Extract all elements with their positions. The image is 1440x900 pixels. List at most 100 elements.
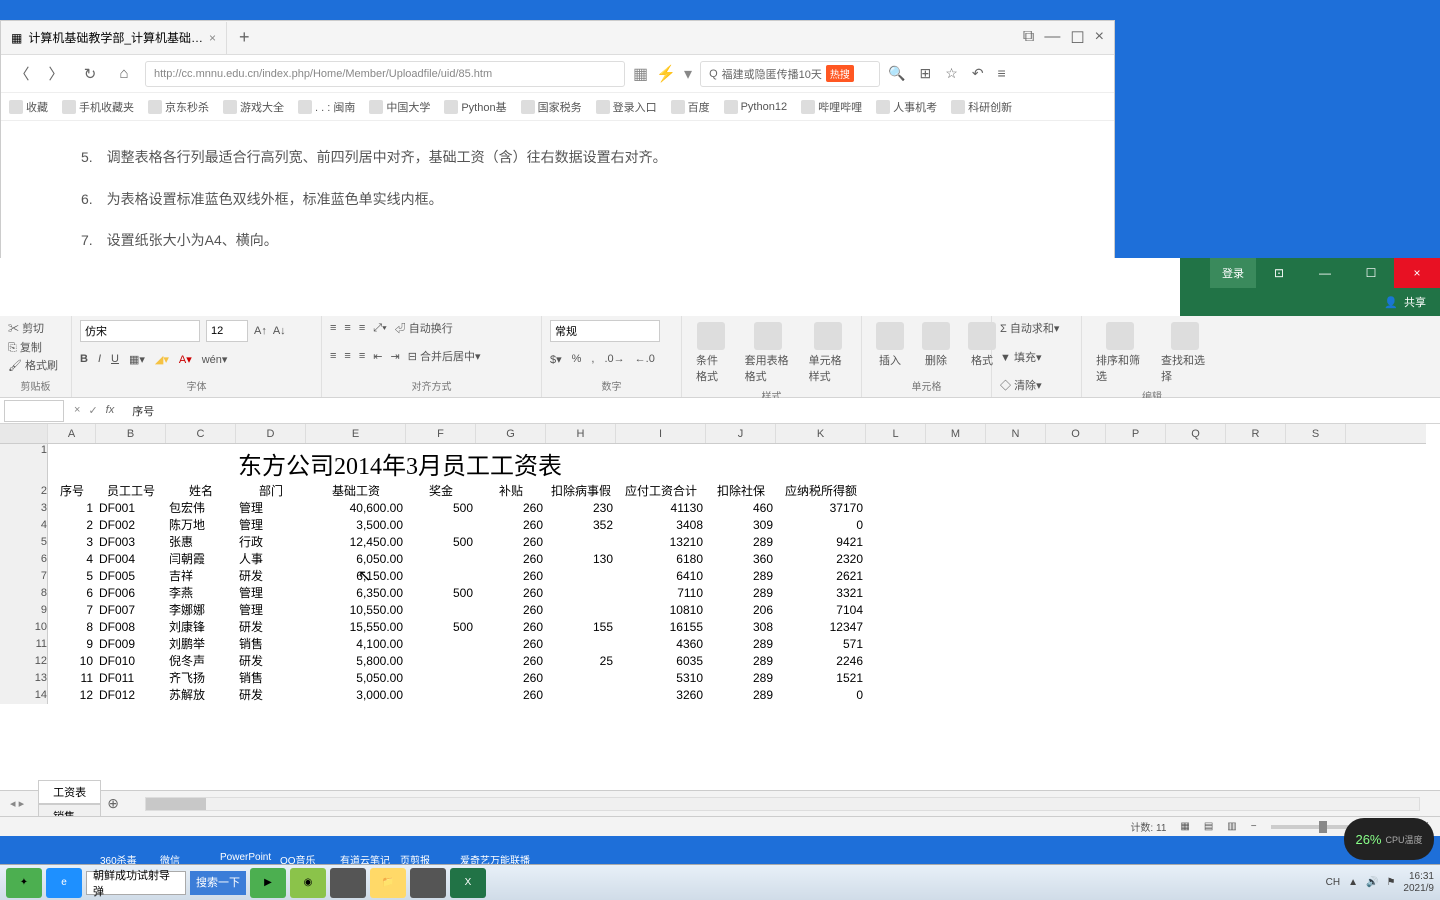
decrease-decimal-icon[interactable]: ←.0 [635,353,655,365]
cell[interactable]: 16155 [616,619,706,636]
cell[interactable]: 12,450.00 [306,534,406,551]
column-header[interactable]: Q [1166,424,1226,443]
spreadsheet-grid[interactable]: 1东方公司2014年3月员工工资表 2序号员工工号姓名部门基础工资奖金补贴扣除病… [0,444,1426,790]
table-row[interactable]: 1412DF012苏解放研发3,000.0026032602890 [0,687,1426,704]
cell[interactable]: 260 [476,585,546,602]
minimize-icon[interactable]: — [1302,258,1348,288]
cell[interactable]: 研发 [236,687,306,704]
url-field[interactable]: http://cc.mnnu.edu.cn/index.php/Home/Mem… [145,61,625,87]
history-icon[interactable]: ↶ [972,65,984,82]
cell[interactable]: 500 [406,585,476,602]
cell[interactable]: 500 [406,619,476,636]
cell[interactable] [406,670,476,687]
cell[interactable]: 1521 [776,670,866,687]
cell[interactable]: 260 [476,500,546,517]
share-button[interactable]: 共享 [1404,294,1426,310]
cell[interactable]: 260 [476,534,546,551]
column-header[interactable]: S [1286,424,1346,443]
bookmark-item[interactable]: 百度 [671,99,710,115]
cell[interactable]: 陈万地 [166,517,236,534]
table-row[interactable]: 1210DF010倪冬声研发5,800.002602560352892246 [0,653,1426,670]
close-window-icon[interactable]: × [1095,28,1104,48]
cell[interactable] [546,602,616,619]
fill-button[interactable]: ▼ 填充▾ [1000,349,1041,365]
cell[interactable]: 3,000.00 [306,687,406,704]
sort-filter-button[interactable]: 排序和筛选 [1090,320,1149,386]
window-split-icon[interactable]: ⧉ [1023,28,1034,48]
cell[interactable]: 3260 [616,687,706,704]
cell[interactable]: 6 [48,585,96,602]
bookmark-item[interactable]: 收藏 [9,99,48,115]
ribbon-options-icon[interactable]: ⊡ [1256,258,1302,288]
cell[interactable]: 4360 [616,636,706,653]
explorer-icon[interactable]: 📁 [370,868,406,898]
find-select-button[interactable]: 查找和选择 [1155,320,1214,386]
bookmark-item[interactable]: 登录入口 [596,99,657,115]
bookmark-item[interactable]: 人事机考 [876,99,937,115]
cell[interactable]: 0 [776,687,866,704]
column-header[interactable]: F [406,424,476,443]
cell[interactable]: 9 [48,636,96,653]
cell[interactable]: 管理 [236,602,306,619]
cell[interactable]: DF006 [96,585,166,602]
align-middle-icon[interactable]: ≡ [344,322,350,334]
insert-button[interactable]: 插入 [870,320,910,370]
cell[interactable]: 1 [48,500,96,517]
forward-icon[interactable]: 〉 [43,61,69,87]
cell[interactable]: 460 [706,500,776,517]
bookmark-item[interactable]: 科研创新 [951,99,1012,115]
horizontal-scrollbar[interactable] [145,797,1420,811]
align-right-icon[interactable]: ≡ [359,350,365,362]
cell[interactable]: 李燕 [166,585,236,602]
bookmark-item[interactable]: 游戏大全 [223,99,284,115]
fill-color-button[interactable]: ◢▾ [155,353,169,366]
table-row[interactable]: 31DF001包宏伟管理40,600.005002602304113046037… [0,500,1426,517]
cell[interactable] [546,687,616,704]
increase-font-icon[interactable]: A↑ [254,325,267,337]
cell[interactable]: 6,050.00 [306,551,406,568]
cell[interactable]: 6410 [616,568,706,585]
cell[interactable]: 3408 [616,517,706,534]
star-icon[interactable]: ☆ [945,65,958,82]
copy-button[interactable]: ⎘ 复制 [8,339,42,355]
cell[interactable]: 6180 [616,551,706,568]
cell[interactable]: 6,150.00 [306,568,406,585]
cell[interactable]: 37170 [776,500,866,517]
bookmark-item[interactable]: 京东秒杀 [148,99,209,115]
search-button[interactable]: 搜索一下 [190,871,246,895]
cell[interactable]: 289 [706,585,776,602]
align-bottom-icon[interactable]: ≡ [359,322,365,334]
cell[interactable]: DF011 [96,670,166,687]
table-row[interactable]: 42DF002陈万地管理3,500.0026035234083090 [0,517,1426,534]
percent-icon[interactable]: % [572,353,582,365]
cell[interactable] [406,653,476,670]
cell[interactable]: DF004 [96,551,166,568]
cell[interactable]: 5,050.00 [306,670,406,687]
cell[interactable]: 500 [406,534,476,551]
cancel-icon[interactable]: × [74,404,80,417]
cell[interactable]: 11 [48,670,96,687]
cell[interactable]: 289 [706,687,776,704]
cell[interactable]: 260 [476,568,546,585]
cell[interactable]: 289 [706,568,776,585]
font-color-button[interactable]: A▾ [179,353,192,366]
cell[interactable] [546,585,616,602]
cell[interactable]: 260 [476,602,546,619]
clock[interactable]: 16:31 2021/9 [1403,871,1434,895]
view-layout-icon[interactable]: ▤ [1204,821,1213,832]
ime-indicator[interactable]: CH [1326,877,1340,888]
cell[interactable]: 309 [706,517,776,534]
column-header[interactable]: H [546,424,616,443]
column-header[interactable]: O [1046,424,1106,443]
align-center-icon[interactable]: ≡ [344,350,350,362]
column-header[interactable]: K [776,424,866,443]
column-header[interactable]: G [476,424,546,443]
cut-button[interactable]: ✂ 剪切 [8,320,44,336]
search-box[interactable]: Q 福建或隐匿传播10天 热搜 [700,61,880,87]
cell[interactable]: 130 [546,551,616,568]
app-icon[interactable]: ▶ [250,868,286,898]
taskbar-search[interactable]: 朝鲜成功试射导弹 [86,871,186,895]
cell[interactable]: 289 [706,670,776,687]
font-size-select[interactable] [206,320,248,342]
delete-button[interactable]: 删除 [916,320,956,370]
